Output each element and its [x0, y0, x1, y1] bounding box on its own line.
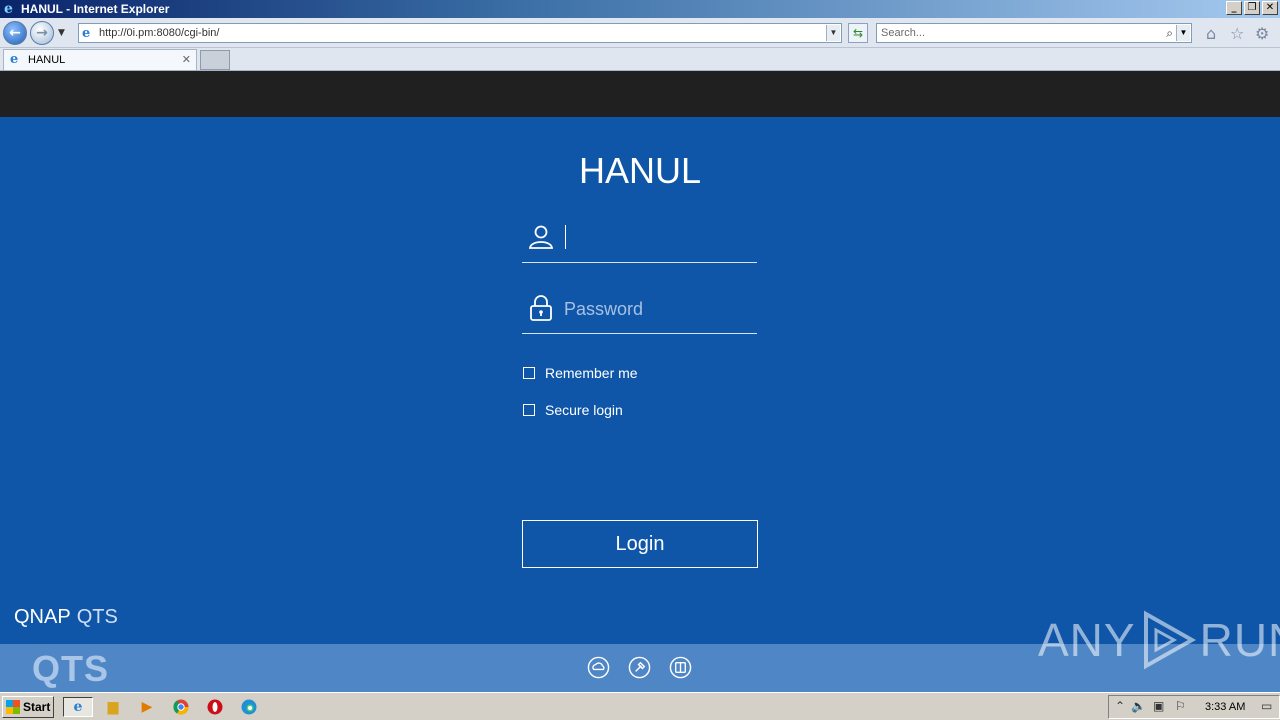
folder-icon: ▆ [107, 699, 119, 715]
taskbar-edge[interactable] [238, 697, 260, 717]
new-tab-button[interactable] [200, 50, 230, 70]
anyrun-watermark: ANY RUN [1038, 610, 1280, 670]
qts-text: QTS [76, 606, 118, 628]
tab-bar: e HANUL ✕ [0, 48, 1280, 71]
start-button[interactable]: Start [2, 696, 54, 718]
qnap-qts-brand: QNAP QTS [14, 606, 118, 629]
search-icon[interactable]: ⌕ [1166, 24, 1173, 42]
tab-close-icon[interactable]: ✕ [182, 53, 191, 66]
user-icon [528, 225, 554, 249]
media-player-icon: ▶ [141, 699, 153, 715]
cloud-link-icon[interactable] [587, 656, 610, 679]
taskbar-clock[interactable]: 3:33 AM [1205, 701, 1245, 713]
tab-hanul[interactable]: e HANUL ✕ [3, 49, 197, 70]
windows-taskbar: Start e ▆ ▶ ⌃ 🔈 ▣ ⚐ 3:33 AM ▭ [0, 692, 1280, 720]
taskbar-media-player[interactable]: ▶ [136, 697, 158, 717]
system-tray: ⌃ 🔈 ▣ ⚐ 3:33 AM ▭ [1108, 695, 1280, 719]
address-url[interactable]: http://0i.pm:8080/cgi-bin/ [99, 27, 219, 39]
forward-button[interactable]: → [30, 21, 54, 45]
chrome-icon [173, 699, 189, 715]
username-input[interactable] [564, 221, 754, 255]
taskbar-chrome[interactable] [170, 697, 192, 717]
password-input[interactable] [564, 292, 754, 326]
settings-gear-icon[interactable]: ⚙ [1255, 24, 1269, 43]
window-title: HANUL - Internet Explorer [21, 2, 170, 16]
remember-me-checkbox[interactable]: Remember me [523, 365, 638, 381]
tab-favicon-icon: e [10, 52, 19, 67]
windows-flag-icon [6, 700, 20, 714]
address-bar[interactable]: e http://0i.pm:8080/cgi-bin/ ▼ [78, 23, 842, 43]
secure-login-checkbox[interactable]: Secure login [523, 402, 623, 418]
home-icon[interactable]: ⌂ [1206, 24, 1216, 43]
search-placeholder: Search... [881, 27, 926, 39]
password-field[interactable] [522, 286, 757, 334]
network-icon[interactable]: ▣ [1153, 699, 1164, 713]
show-desktop-icon[interactable]: ▭ [1261, 699, 1272, 713]
remember-me-label: Remember me [545, 365, 638, 381]
tray-expand-icon[interactable]: ⌃ [1115, 699, 1125, 713]
edge-icon [241, 699, 257, 715]
server-name-heading: HANUL [578, 150, 702, 191]
page-icon: e [82, 26, 91, 41]
tools-icon[interactable] [628, 656, 651, 679]
back-button[interactable]: ← [3, 21, 27, 45]
close-button[interactable]: ✕ [1262, 1, 1278, 15]
compatibility-refresh-icon[interactable]: ⇆ [848, 23, 868, 43]
address-toolbar: ← → ▼ e http://0i.pm:8080/cgi-bin/ ▼ ⇆ S… [0, 18, 1280, 48]
tab-label: HANUL [28, 54, 66, 66]
address-dropdown-button[interactable]: ▼ [826, 25, 840, 41]
window-controls: _ ❐ ✕ [1226, 1, 1278, 15]
secure-login-label: Secure login [545, 402, 623, 418]
start-label: Start [23, 700, 51, 714]
internet-explorer-icon: e [4, 1, 13, 17]
window-title-bar: e HANUL - Internet Explorer _ ❐ ✕ [0, 0, 1280, 18]
play-triangle-icon [1143, 610, 1196, 670]
footer-links [587, 656, 692, 679]
taskbar-internet-explorer[interactable]: e [63, 697, 93, 717]
username-field[interactable] [522, 215, 757, 263]
remember-me-box[interactable] [523, 367, 535, 379]
minimize-button[interactable]: _ [1226, 1, 1242, 15]
page-top-bar [0, 71, 1280, 117]
taskbar-opera[interactable] [204, 697, 226, 717]
secure-login-box[interactable] [523, 404, 535, 416]
lock-icon [530, 295, 552, 321]
login-button[interactable]: Login [522, 520, 758, 568]
help-book-icon[interactable] [669, 656, 692, 679]
search-box[interactable]: Search... ⌕ ▼ [876, 23, 1192, 43]
qnap-text: QNAP [14, 606, 71, 628]
taskbar-file-explorer[interactable]: ▆ [102, 697, 124, 717]
favorites-star-icon[interactable]: ☆ [1230, 24, 1244, 43]
ie-taskbar-icon: e [73, 699, 83, 715]
qts-footer-logo: QTS [32, 648, 110, 689]
recent-pages-dropdown[interactable]: ▼ [58, 28, 65, 38]
volume-icon[interactable]: 🔈 [1131, 699, 1146, 713]
watermark-right-text: RUN [1199, 614, 1280, 666]
opera-icon [207, 699, 223, 715]
action-center-flag-icon[interactable]: ⚐ [1175, 699, 1186, 713]
restore-button[interactable]: ❐ [1244, 1, 1260, 15]
watermark-left-text: ANY [1038, 614, 1136, 666]
text-cursor [565, 225, 566, 249]
search-dropdown-button[interactable]: ▼ [1176, 25, 1190, 41]
